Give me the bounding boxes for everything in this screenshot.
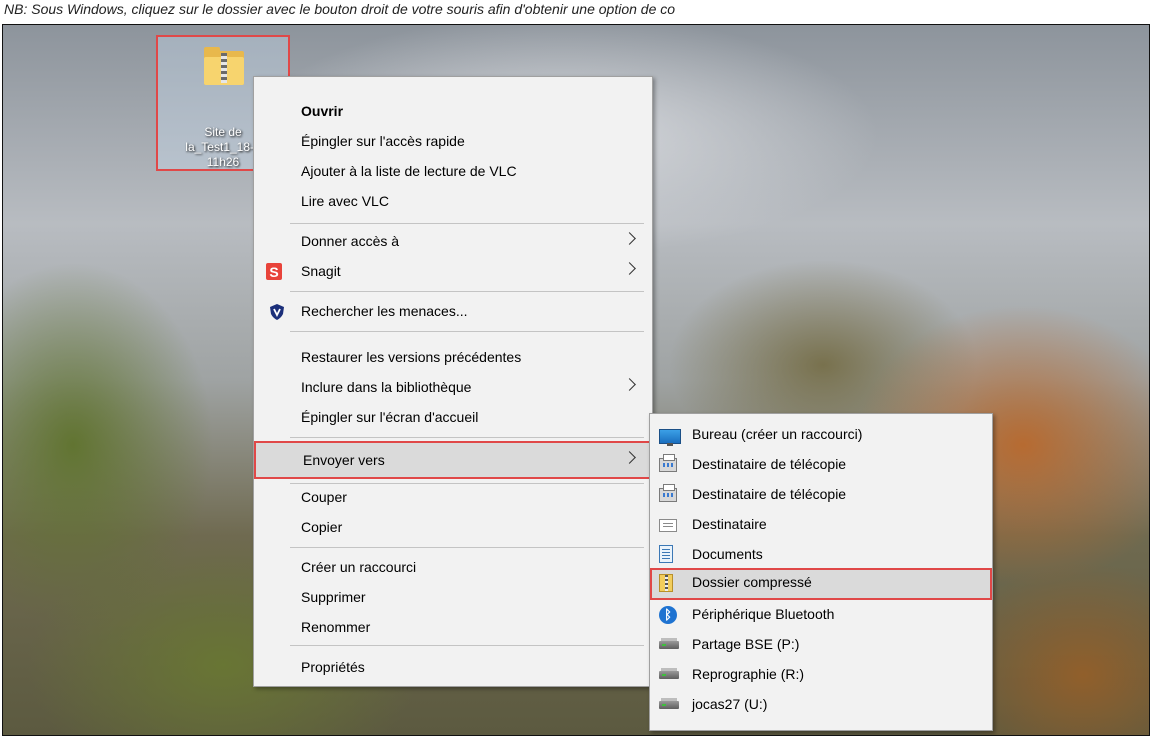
zipped-folder-icon: [204, 47, 244, 85]
menu-separator: [290, 331, 644, 332]
menu-item-label: Destinataire de télécopie: [692, 456, 847, 472]
menu-item-label: Destinataire de télécopie: [692, 486, 847, 502]
menu-item-label: Documents: [692, 546, 763, 562]
send-to-submenu: Bureau (créer un raccourci) Destinataire…: [649, 413, 993, 731]
menu-item-restore-versions[interactable]: Restaurer les versions précédentes: [254, 343, 652, 372]
menu-item-label: Restaurer les versions précédentes: [301, 349, 522, 365]
shield-icon: [270, 304, 284, 320]
send-to-compressed-folder[interactable]: Dossier compressé: [650, 568, 992, 600]
menu-item-give-access[interactable]: Donner accès à: [254, 227, 652, 256]
menu-item-label: Épingler sur l'écran d'accueil: [301, 409, 479, 425]
menu-item-label: Ouvrir: [301, 103, 344, 119]
send-to-fax-recipient[interactable]: Destinataire de télécopie: [650, 450, 992, 479]
send-to-drive-r[interactable]: Reprographie (R:): [650, 660, 992, 689]
chevron-right-icon: [623, 378, 636, 391]
menu-separator: [290, 645, 644, 646]
menu-item-send-to[interactable]: Envoyer vers: [254, 441, 652, 479]
menu-item-label: Renommer: [301, 619, 371, 635]
instruction-caption: NB: Sous Windows, cliquez sur le dossier…: [4, 1, 676, 17]
menu-item-pin-start[interactable]: Épingler sur l'écran d'accueil: [254, 403, 652, 432]
mail-icon: [659, 519, 677, 532]
menu-separator: [290, 223, 644, 224]
send-to-documents[interactable]: Documents: [650, 540, 992, 569]
menu-item-label: Destinataire: [692, 516, 767, 532]
menu-item-label: Donner accès à: [301, 233, 400, 249]
send-to-drive-p[interactable]: Partage BSE (P:): [650, 630, 992, 659]
menu-item-label: Périphérique Bluetooth: [692, 606, 835, 622]
send-to-mail-recipient[interactable]: Destinataire: [650, 510, 992, 539]
menu-item-label: Reprographie (R:): [692, 666, 805, 682]
menu-item-label: Lire avec VLC: [301, 193, 389, 209]
menu-item-label: Envoyer vers: [303, 452, 385, 468]
menu-item-label: jocas27 (U:): [692, 696, 768, 712]
fax-icon: [659, 454, 677, 472]
menu-item-snagit[interactable]: S Snagit: [254, 257, 652, 286]
menu-item-scan-threats[interactable]: Rechercher les menaces...: [254, 297, 652, 326]
bluetooth-icon: ᛒ: [659, 606, 677, 624]
menu-item-label: Snagit: [301, 263, 341, 279]
menu-item-delete[interactable]: Supprimer: [254, 583, 652, 612]
menu-item-play-vlc[interactable]: Lire avec VLC: [254, 187, 652, 216]
menu-item-rename[interactable]: Renommer: [254, 613, 652, 642]
menu-item-label: Créer un raccourci: [301, 559, 417, 575]
fax-icon: [659, 484, 677, 502]
menu-item-label: Supprimer: [301, 589, 366, 605]
desktop-background: Site de la_Test1_18-0 11h26 Ouvrir Éping…: [2, 24, 1150, 736]
chevron-right-icon: [623, 232, 636, 245]
send-to-fax-recipient[interactable]: Destinataire de télécopie: [650, 480, 992, 509]
menu-item-pin-quick-access[interactable]: Épingler sur l'accès rapide: [254, 127, 652, 156]
menu-item-cut[interactable]: Couper: [254, 483, 652, 512]
compressed-folder-icon: [659, 574, 673, 592]
menu-item-include-library[interactable]: Inclure dans la bibliothèque: [254, 373, 652, 402]
menu-item-label: Épingler sur l'accès rapide: [301, 133, 465, 149]
menu-item-copy[interactable]: Copier: [254, 513, 652, 542]
menu-item-label: Propriétés: [301, 659, 365, 675]
menu-item-add-vlc-playlist[interactable]: Ajouter à la liste de lecture de VLC: [254, 157, 652, 186]
network-drive-icon: [659, 698, 679, 709]
menu-item-label: Bureau (créer un raccourci): [692, 426, 863, 442]
menu-item-label: Couper: [301, 489, 347, 505]
network-drive-icon: [659, 638, 679, 649]
menu-item-label: Rechercher les menaces...: [301, 303, 468, 319]
menu-separator: [290, 291, 644, 292]
menu-separator: [290, 547, 644, 548]
menu-item-label: Ajouter à la liste de lecture de VLC: [301, 163, 517, 179]
menu-item-label: Dossier compressé: [692, 574, 812, 590]
menu-item-label: Inclure dans la bibliothèque: [301, 379, 472, 395]
menu-item-label: Partage BSE (P:): [692, 636, 800, 652]
menu-item-create-shortcut[interactable]: Créer un raccourci: [254, 553, 652, 582]
network-drive-icon: [659, 668, 679, 679]
menu-separator: [290, 437, 644, 438]
context-menu: Ouvrir Épingler sur l'accès rapide Ajout…: [253, 76, 653, 687]
desktop-monitor-icon: [659, 429, 681, 446]
chevron-right-icon: [623, 451, 636, 464]
menu-item-label: Copier: [301, 519, 343, 535]
menu-item-open[interactable]: Ouvrir: [254, 97, 652, 126]
snagit-icon: S: [266, 263, 282, 280]
documents-icon: [659, 545, 673, 563]
menu-item-properties[interactable]: Propriétés: [254, 653, 652, 682]
send-to-bluetooth[interactable]: ᛒ Périphérique Bluetooth: [650, 600, 992, 629]
send-to-desktop[interactable]: Bureau (créer un raccourci): [650, 420, 992, 449]
send-to-drive-u[interactable]: jocas27 (U:): [650, 690, 992, 719]
chevron-right-icon: [623, 262, 636, 275]
